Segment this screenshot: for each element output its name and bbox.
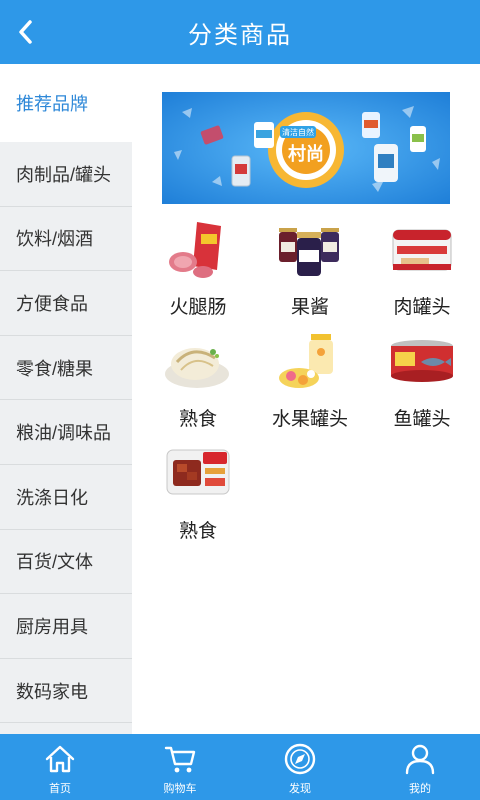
page-title: 分类商品 xyxy=(188,21,292,49)
fruit-can-image xyxy=(279,334,333,388)
product-item[interactable]: 熟食 xyxy=(142,440,254,546)
sidebar-item-detergents[interactable]: 洗涤日化 xyxy=(0,465,132,530)
compass-icon xyxy=(284,743,316,775)
product-label: 水果罐头 xyxy=(271,409,348,430)
cart-icon xyxy=(164,746,196,773)
tab-label: 发现 xyxy=(289,783,311,795)
sidebar-item-grain-oil[interactable]: 粮油/调味品 xyxy=(0,400,132,465)
back-button[interactable] xyxy=(6,12,46,52)
sidebar-item-label: 饮料/烟酒 xyxy=(16,229,94,250)
category-sidebar: 推荐品牌 肉制品/罐头 饮料/烟酒 方便食品 零食/糖果 粮油/调味品 洗涤日化… xyxy=(0,64,132,734)
banner-tag: 清洁自然 xyxy=(282,127,314,137)
sidebar-item-label: 厨房用具 xyxy=(16,616,88,637)
product-item[interactable]: 鱼罐头 xyxy=(366,328,478,434)
tab-label: 我的 xyxy=(409,783,431,795)
sidebar-item-meat-cans[interactable]: 肉制品/罐头 xyxy=(0,142,132,207)
tab-label: 首页 xyxy=(49,783,71,795)
tab-cart[interactable]: 购物车 xyxy=(120,734,240,800)
cooked-chicken-image xyxy=(165,348,229,388)
product-item[interactable]: 肉罐头 xyxy=(366,216,478,322)
banner-brand: 村尚 xyxy=(288,143,324,165)
banner-art: 清洁自然 村尚 xyxy=(162,92,450,204)
sidebar-item-electronics[interactable]: 数码家电 xyxy=(0,659,132,724)
tab-home[interactable]: 首页 xyxy=(0,734,120,800)
jam-jars-image xyxy=(279,228,339,276)
brand-banner[interactable]: 清洁自然 村尚 xyxy=(162,92,450,204)
sidebar-item-snacks-candy[interactable]: 零食/糖果 xyxy=(0,336,132,401)
sidebar-item-label: 粮油/调味品 xyxy=(16,423,112,444)
product-item[interactable]: 果酱 xyxy=(254,216,366,322)
top-bar: 分类商品 xyxy=(0,0,480,64)
product-label: 火腿肠 xyxy=(169,297,227,318)
product-item[interactable]: 水果罐头 xyxy=(254,328,366,434)
user-icon xyxy=(405,744,435,775)
tab-mine[interactable]: 我的 xyxy=(360,734,480,800)
product-label: 熟食 xyxy=(178,409,217,430)
chevron-left-icon xyxy=(19,20,32,44)
product-panel: 清洁自然 村尚 火腿肠 果酱 肉罐头 熟食 水果罐头 鱼罐头 熟食 xyxy=(132,64,480,734)
product-item[interactable]: 火腿肠 xyxy=(142,216,254,322)
sidebar-item-kitchenware[interactable]: 厨房用具 xyxy=(0,594,132,659)
sidebar-item-label: 肉制品/罐头 xyxy=(16,164,112,185)
braised-pork-can-image xyxy=(166,449,230,495)
ham-sausage-image xyxy=(169,222,221,278)
sidebar-item-label: 方便食品 xyxy=(16,293,88,314)
product-item[interactable]: 熟食 xyxy=(142,328,254,434)
product-label: 鱼罐头 xyxy=(393,409,451,430)
home-icon xyxy=(45,745,75,773)
meat-can-image xyxy=(392,229,452,271)
tab-label: 购物车 xyxy=(163,783,197,795)
product-grid: 火腿肠 果酱 肉罐头 熟食 水果罐头 鱼罐头 熟食 xyxy=(142,216,478,546)
product-label: 肉罐头 xyxy=(393,297,451,318)
sidebar-item-instant-food[interactable]: 方便食品 xyxy=(0,271,132,336)
product-label: 果酱 xyxy=(290,297,329,318)
sidebar-item-label: 推荐品牌 xyxy=(16,93,88,114)
sidebar-item-recommended-brands[interactable]: 推荐品牌 xyxy=(0,64,132,142)
product-label: 熟食 xyxy=(178,521,217,542)
sidebar-item-general-goods[interactable]: 百货/文体 xyxy=(0,530,132,595)
sidebar-item-drinks-alcohol[interactable]: 饮料/烟酒 xyxy=(0,207,132,272)
tab-discover[interactable]: 发现 xyxy=(240,734,360,800)
bottom-tab-bar: 首页 购物车 发现 我的 xyxy=(0,734,480,800)
sidebar-item-label: 洗涤日化 xyxy=(16,487,88,508)
sidebar-item-label: 数码家电 xyxy=(16,681,88,702)
sidebar-item-label: 零食/糖果 xyxy=(16,358,94,379)
fish-can-image xyxy=(391,340,453,382)
sidebar-item-label: 百货/文体 xyxy=(16,552,94,573)
